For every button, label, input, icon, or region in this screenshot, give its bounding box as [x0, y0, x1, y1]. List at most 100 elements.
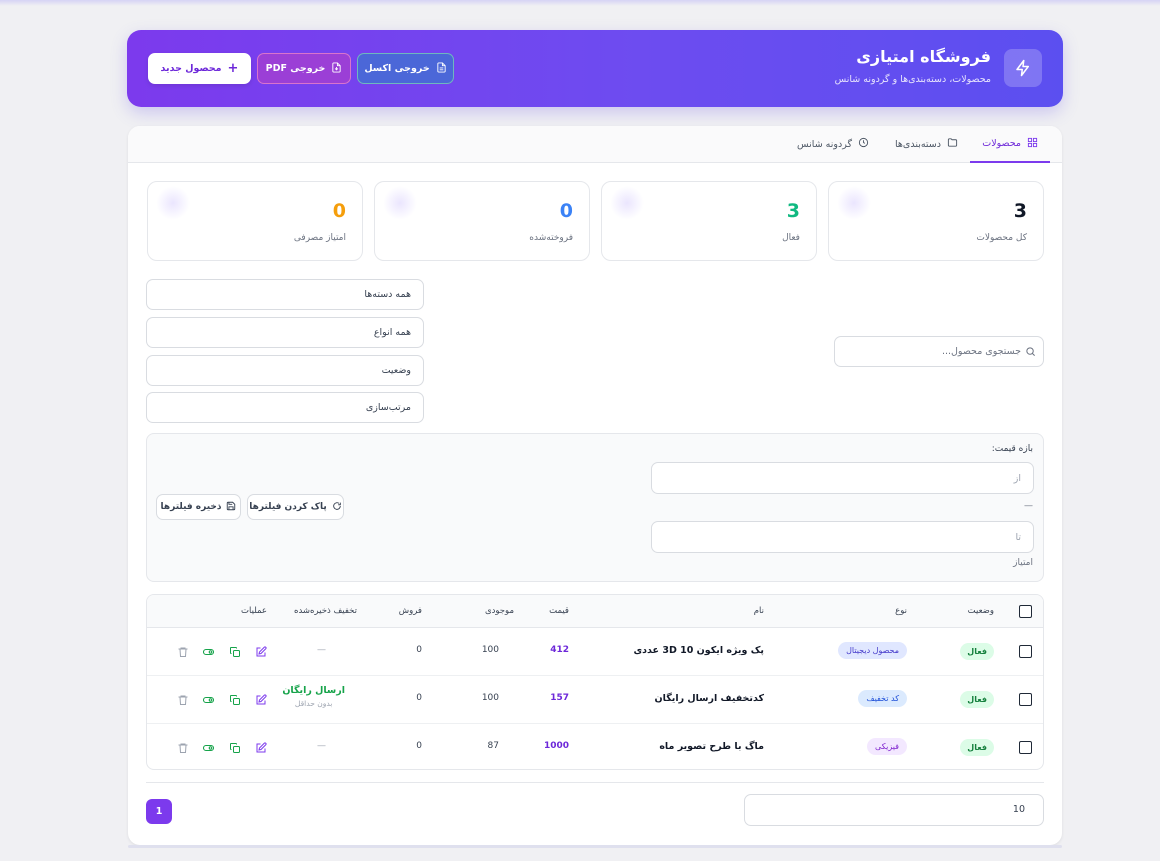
page-title: فروشگاه امتیازی	[856, 47, 991, 66]
stat-card-sold: 0 فروخته‌شده	[374, 181, 590, 261]
status-select[interactable]: وضعیت	[146, 355, 424, 386]
trash-icon[interactable]	[176, 741, 189, 754]
select-all-checkbox[interactable]	[1019, 605, 1032, 618]
bottom-shadow	[128, 845, 1062, 848]
toggle-icon[interactable]	[202, 693, 215, 706]
product-sales: 0	[416, 741, 422, 751]
col-sales: فروش	[398, 606, 422, 616]
new-product-button[interactable]: + محصول جدید	[148, 53, 251, 84]
stat-card-points-used: 0 امتیاز مصرفی	[147, 181, 363, 261]
plus-icon: +	[227, 61, 239, 76]
edit-icon[interactable]	[254, 693, 267, 706]
export-pdf-button[interactable]: خروجی PDF	[257, 53, 351, 84]
product-sales: 0	[416, 645, 422, 655]
page-subtitle: محصولات، دسته‌بندی‌ها و گردونه شانس	[834, 74, 991, 85]
row-actions	[176, 693, 267, 706]
table-header: وضعیت نوع نام قیمت موجودی فروش تخفیف ذخی…	[147, 595, 1043, 628]
save-filters-button[interactable]: ذخیره فیلترها	[156, 494, 241, 520]
product-sales: 0	[416, 693, 422, 703]
row-checkbox[interactable]	[1019, 645, 1032, 658]
file-download-icon	[331, 61, 342, 76]
col-stock: موجودی	[484, 606, 514, 616]
row-actions	[176, 741, 267, 754]
save-filters-label: ذخیره فیلترها	[160, 502, 222, 512]
trash-icon[interactable]	[176, 693, 189, 706]
duplicate-icon[interactable]	[228, 693, 241, 706]
export-excel-button[interactable]: خروجی اکسل	[357, 53, 454, 84]
tab-categories-label: دسته‌بندی‌ها	[895, 138, 941, 150]
lightning-icon	[1004, 49, 1042, 87]
clear-filters-button[interactable]: پاک کردن فیلترها	[247, 494, 344, 520]
page-button-1[interactable]: 1	[146, 799, 172, 824]
trash-icon[interactable]	[176, 645, 189, 658]
product-discount: —	[317, 645, 326, 655]
col-type: نوع	[895, 606, 907, 616]
tab-lucky-wheel-label: گردونه شانس	[797, 138, 852, 150]
product-stock: 87	[487, 741, 499, 751]
product-name: پک ویژه ایکون 10 3D عددی	[633, 645, 764, 656]
price-to-field	[651, 521, 1034, 553]
type-badge: کد تخفیف	[858, 690, 907, 707]
sort-select[interactable]: مرتب‌سازی	[146, 392, 424, 423]
status-badge: فعال	[960, 739, 994, 756]
tab-categories[interactable]: دسته‌بندی‌ها	[895, 126, 958, 162]
price-to-input[interactable]	[652, 522, 1033, 552]
footer-divider	[146, 782, 1044, 783]
table-row: فعال فیزیکی ماگ با طرح تصویر ماه 1000 87…	[147, 724, 1043, 769]
col-price: قیمت	[549, 606, 569, 616]
search-input[interactable]	[835, 337, 1043, 366]
product-name: ماگ با طرح تصویر ماه	[659, 741, 764, 752]
per-page-select[interactable]: 10	[744, 794, 1044, 826]
stat-card-total: 3 کل محصولات	[828, 181, 1044, 261]
row-checkbox[interactable]	[1019, 741, 1032, 754]
product-stock: 100	[481, 693, 499, 703]
stat-value: 3	[786, 200, 800, 222]
price-from-field	[651, 462, 1034, 494]
duplicate-icon[interactable]	[228, 645, 241, 658]
price-unit-label: امتیاز	[1013, 558, 1033, 568]
product-discount: —	[317, 741, 326, 751]
stat-label: کل محصولات	[976, 233, 1027, 243]
price-from-input[interactable]	[652, 463, 1033, 493]
toggle-icon[interactable]	[202, 741, 215, 754]
refresh-icon	[332, 501, 342, 514]
tab-products[interactable]: محصولات	[970, 126, 1050, 163]
type-select[interactable]: همه انواع	[146, 317, 424, 348]
stat-label: فروخته‌شده	[529, 233, 573, 243]
col-actions: عملیات	[241, 606, 267, 616]
main-card: محصولات دسته‌بندی‌ها گردونه شانس 3 کل مح…	[128, 126, 1062, 845]
row-checkbox[interactable]	[1019, 693, 1032, 706]
export-pdf-label: خروجی PDF	[265, 63, 326, 74]
tab-bar: محصولات دسته‌بندی‌ها گردونه شانس	[128, 126, 1062, 163]
product-discount: ارسال رایگان بدون حداقل	[282, 685, 345, 708]
edit-icon[interactable]	[254, 645, 267, 658]
col-name: نام	[753, 606, 764, 616]
col-discount: تخفیف ذخیره‌شده	[293, 606, 357, 616]
product-price: 1000	[543, 741, 569, 751]
search-icon	[1025, 346, 1036, 360]
new-product-label: محصول جدید	[160, 63, 222, 74]
toggle-icon[interactable]	[202, 645, 215, 658]
status-badge: فعال	[960, 691, 994, 708]
edit-icon[interactable]	[254, 741, 267, 754]
stat-card-active: 3 فعال	[601, 181, 817, 261]
row-actions	[176, 645, 267, 658]
product-name: کدتخفیف ارسال رایگان	[654, 693, 764, 704]
clock-icon	[858, 137, 869, 151]
export-excel-label: خروجی اکسل	[364, 63, 430, 74]
table-row: فعال کد تخفیف کدتخفیف ارسال رایگان 157 1…	[147, 676, 1043, 724]
tab-lucky-wheel[interactable]: گردونه شانس	[797, 126, 869, 162]
col-status: وضعیت	[967, 606, 994, 616]
duplicate-icon[interactable]	[228, 741, 241, 754]
clear-filters-label: پاک کردن فیلترها	[249, 502, 327, 512]
grid-icon	[1027, 137, 1038, 151]
price-range-label: بازه قیمت:	[991, 444, 1033, 454]
discount-title: ارسال رایگان	[282, 685, 345, 696]
stat-value: 3	[1013, 200, 1027, 222]
stat-value: 0	[332, 200, 346, 222]
price-range-panel: بازه قیمت: — امتیاز پاک کردن فیلترها ذخی…	[146, 433, 1044, 582]
file-text-icon	[436, 61, 447, 76]
category-select[interactable]: همه دسته‌ها	[146, 279, 424, 310]
product-price: 412	[550, 645, 569, 655]
type-badge: فیزیکی	[867, 738, 907, 755]
